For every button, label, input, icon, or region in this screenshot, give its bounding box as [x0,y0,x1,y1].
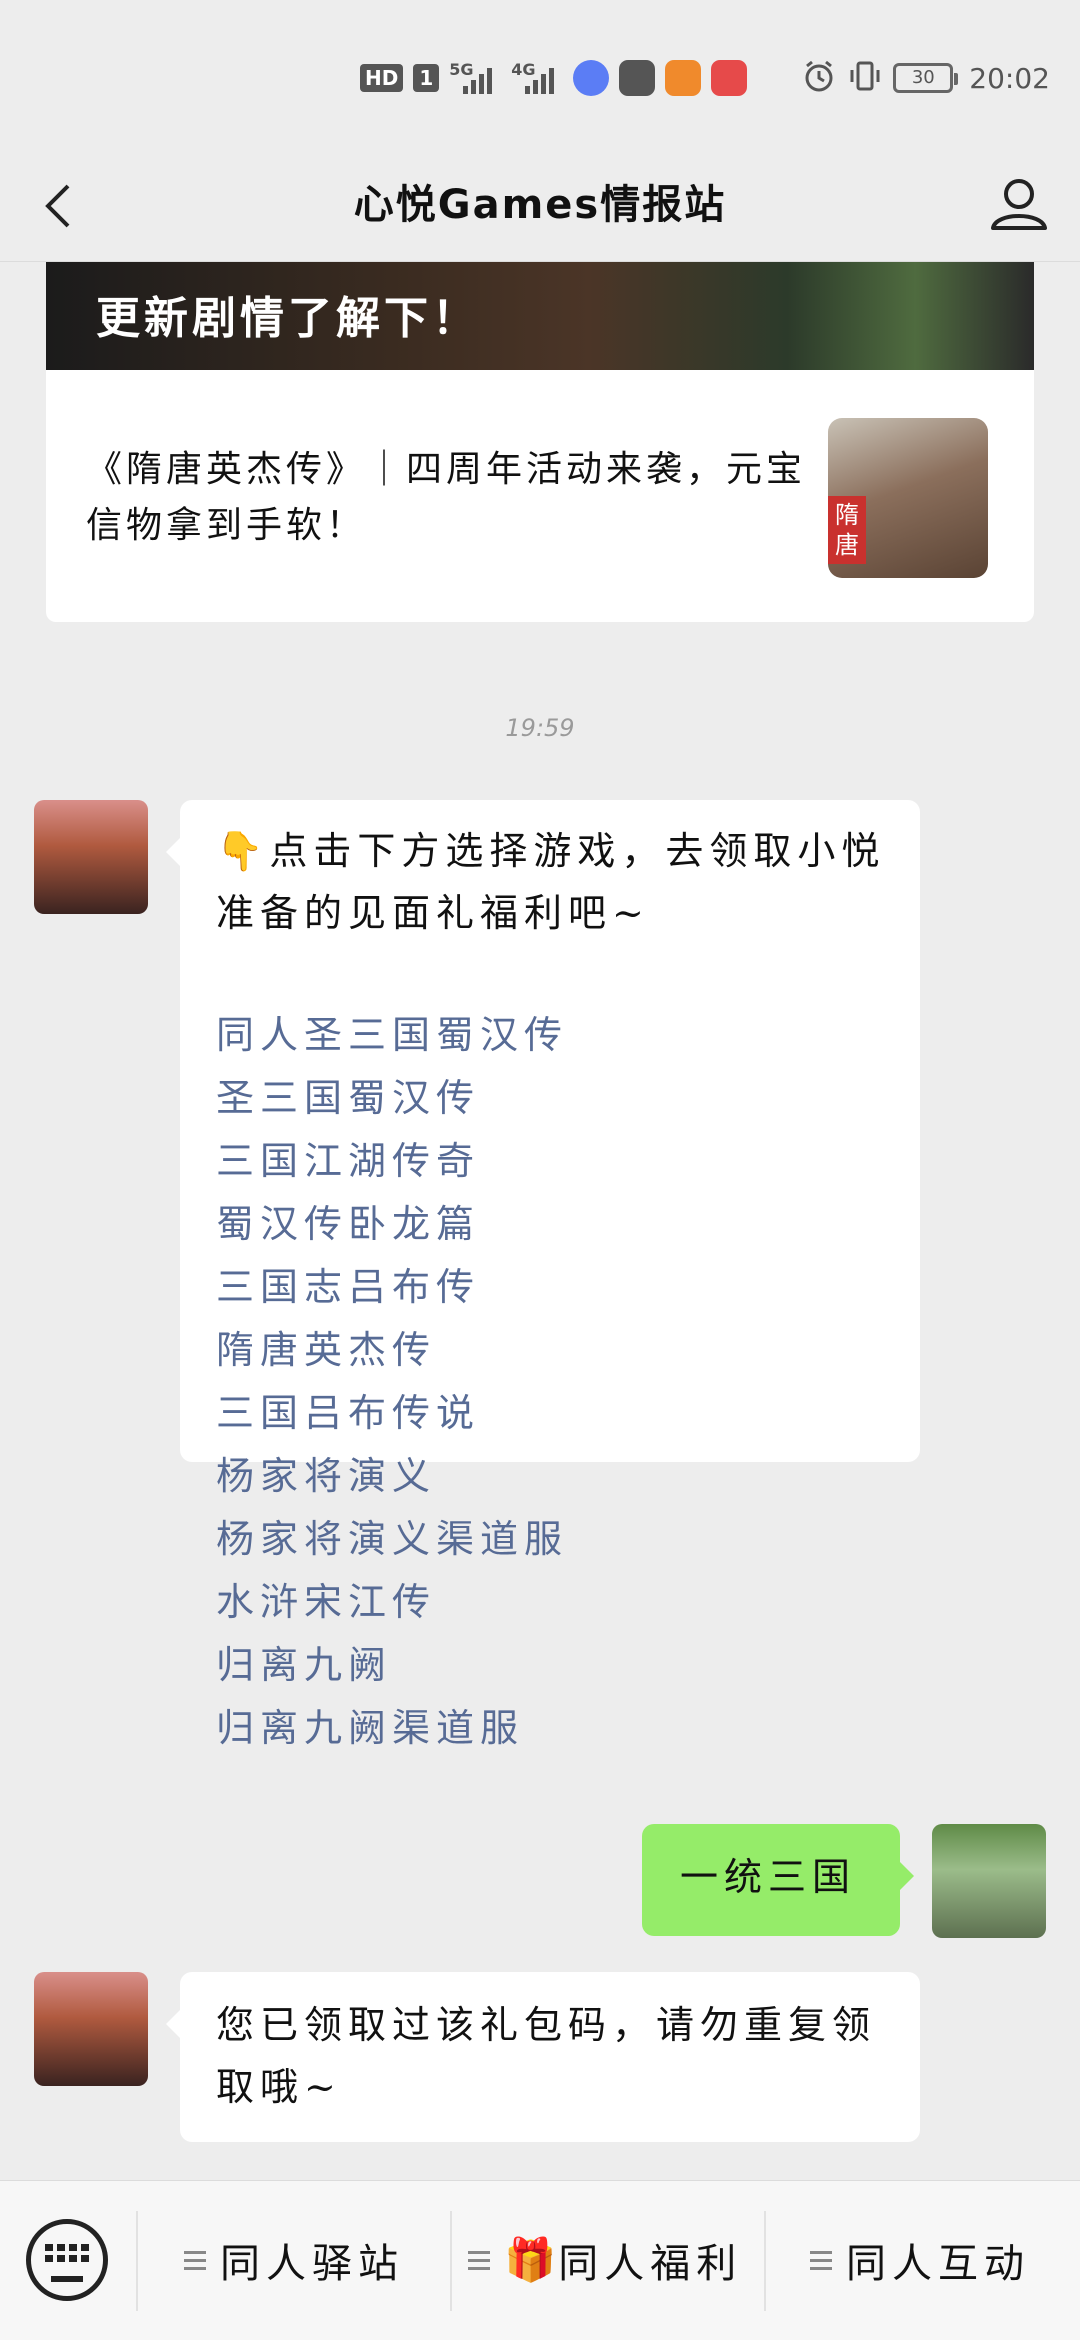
game-link[interactable]: 水浒宋江传 [216,1571,894,1634]
huawei-app-icon [619,60,656,96]
hd-badge: HD [360,64,404,92]
bot-message-intro: 👇点击下方选择游戏，去领取小悦准备的见面礼福利吧~ [216,829,886,935]
profile-button[interactable] [984,170,1054,240]
game-link[interactable]: 三国吕布传说 [216,1382,894,1445]
bot-reply-bubble: 您已领取过该礼包码，请勿重复领取哦~ [166,1972,920,2142]
keyboard-toggle-button[interactable] [26,2219,108,2301]
menu-divider [136,2211,138,2311]
page-title: 心悦Games情报站 [353,182,727,228]
user-icon [991,179,1047,230]
banner-text: 更新剧情了解下！ [96,293,480,344]
gift-icon: 🎁 [504,2235,557,2284]
bot-message-bubble: 👇点击下方选择游戏，去领取小悦准备的见面礼福利吧~ 同人圣三国蜀汉传 圣三国蜀汉… [166,800,920,1750]
game-link[interactable]: 同人圣三国蜀汉传 [216,1004,894,1067]
user-avatar[interactable] [932,1824,1046,1938]
book-app-icon [711,60,748,96]
alarm-icon [801,58,837,98]
menu-lines-icon [184,2250,206,2270]
menu-item-tongren-yizhan[interactable]: 同人驿站 [184,2225,404,2295]
signal-5g-icon: 5G [449,60,501,96]
bot-avatar[interactable] [34,800,148,914]
menu-divider [764,2211,766,2311]
game-link[interactable]: 圣三国蜀汉传 [216,1067,894,1130]
game-link[interactable]: 归离九阙渠道服 [216,1697,894,1760]
article-banner-image: 更新剧情了解下！ [46,262,1034,370]
menu-item-tongren-hudong[interactable]: 同人互动 [810,2225,1030,2295]
chat-scroll-area[interactable]: 更新剧情了解下！ 《隋唐英杰传》｜四周年活动来袭，元宝信物拿到手软！ 隋唐 19… [0,262,1080,2180]
game-link[interactable]: 蜀汉传卧龙篇 [216,1193,894,1256]
game-link[interactable]: 杨家将演义 [216,1445,894,1508]
user-message-text: 一统三国 [680,1855,857,1899]
menu-lines-icon [468,2250,490,2270]
user-message-bubble: 一统三国 [642,1824,914,1936]
bot-avatar[interactable] [34,1972,148,2086]
bot-reply-text: 您已领取过该礼包码，请勿重复领取哦~ [216,2003,877,2109]
title-bar: 心悦Games情报站 [0,150,1080,262]
status-right: 30 20:02 [801,58,1050,98]
menu-item-label: 同人驿站 [220,2241,404,2287]
signal-4g-icon: 4G [511,60,563,96]
message-timestamp: 19:59 [505,714,575,742]
bottom-menu-bar: 同人驿站 🎁 同人福利 同人互动 [0,2180,1080,2340]
menu-divider [450,2211,452,2311]
battery-icon: 30 [893,63,959,93]
status-bar: HD 1 5G 4G 30 20:02 [0,0,1080,150]
game-link[interactable]: 三国志吕布传 [216,1256,894,1319]
menu-lines-icon [810,2250,832,2270]
clock: 20:02 [969,61,1050,95]
game-link[interactable]: 杨家将演义渠道服 [216,1508,894,1571]
menu-item-tongren-fuli[interactable]: 🎁 同人福利 [468,2225,742,2295]
video-app-icon [665,60,702,96]
article-card[interactable]: 更新剧情了解下！ 《隋唐英杰传》｜四周年活动来袭，元宝信物拿到手软！ 隋唐 [46,262,1034,622]
thumbnail-tag: 隋唐 [828,496,866,564]
menu-item-label: 同人互动 [846,2241,1030,2287]
music-app-icon [573,60,610,96]
vibrate-icon [847,58,883,98]
menu-item-label: 同人福利 [558,2241,743,2287]
game-link[interactable]: 归离九阙 [216,1634,894,1697]
game-link[interactable]: 三国江湖传奇 [216,1130,894,1193]
article-title[interactable]: 《隋唐英杰传》｜四周年活动来袭，元宝信物拿到手软！ [86,442,826,554]
status-left: HD 1 5G 4G [360,58,748,98]
article-thumbnail: 隋唐 [828,418,988,578]
sim-badge: 1 [413,64,440,92]
game-link[interactable]: 隋唐英杰传 [216,1319,894,1382]
